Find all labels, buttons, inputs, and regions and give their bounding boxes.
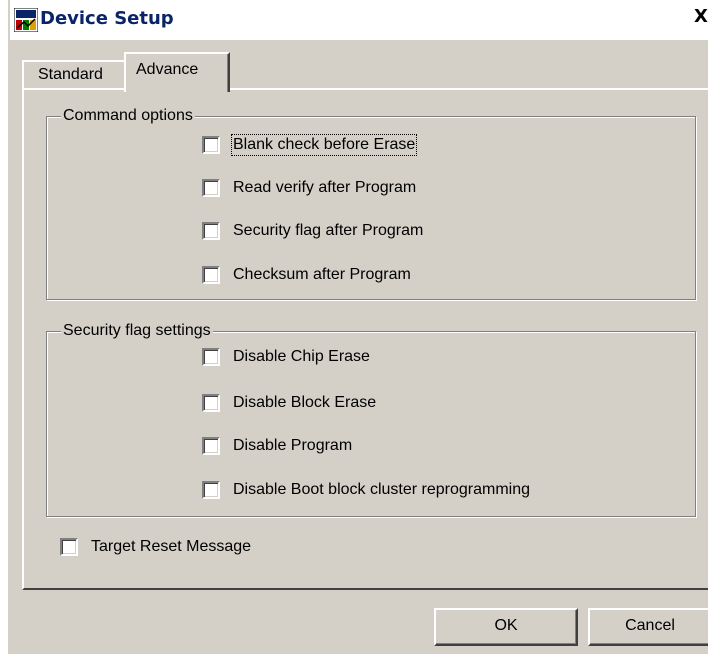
checkbox-label: Checksum after Program (233, 266, 411, 283)
checkbox-box[interactable] (60, 538, 78, 556)
tab-advance-label: Advance (136, 61, 199, 78)
checkbox-label: Disable Chip Erase (233, 348, 370, 365)
tab-standard[interactable]: Standard (22, 60, 128, 88)
device-setup-app-icon (14, 8, 38, 32)
disable-program-checkbox[interactable]: Disable Program (202, 435, 353, 457)
disable-chip-erase-checkbox[interactable]: Disable Chip Erase (202, 346, 371, 368)
checkbox-box[interactable] (202, 394, 220, 412)
checkbox-label: Disable Block Erase (233, 394, 377, 411)
ok-button[interactable]: OK (434, 608, 578, 646)
device-setup-dialog: Device Setup X Standard Advance Command … (8, 0, 708, 654)
tab-advance[interactable]: Advance (124, 52, 230, 92)
checkbox-label: Blank check before Erase (230, 134, 418, 156)
blank-check-before-erase-checkbox[interactable]: Blank check before Erase (202, 134, 418, 156)
window-title: Device Setup (40, 8, 174, 29)
checkbox-box[interactable] (202, 348, 220, 366)
checkbox-label: Target Reset Message (91, 538, 252, 555)
checkbox-label: Disable Program (233, 437, 353, 454)
checkbox-box[interactable] (202, 481, 220, 499)
checkbox-box[interactable] (202, 179, 220, 197)
checkbox-label: Security flag after Program (233, 222, 424, 239)
target-reset-message-checkbox[interactable]: Target Reset Message (60, 536, 252, 558)
disable-boot-block-cluster-reprogramming-checkbox[interactable]: Disable Boot block cluster reprogramming (202, 479, 531, 501)
checksum-after-program-checkbox[interactable]: Checksum after Program (202, 264, 412, 286)
tab-standard-label: Standard (38, 66, 103, 83)
advance-tab-panel (22, 88, 708, 590)
read-verify-after-program-checkbox[interactable]: Read verify after Program (202, 177, 417, 199)
security-flag-after-program-checkbox[interactable]: Security flag after Program (202, 220, 424, 242)
checkbox-box[interactable] (202, 222, 220, 240)
checkbox-box[interactable] (202, 266, 220, 284)
checkbox-box[interactable] (202, 437, 220, 455)
checkbox-box[interactable] (202, 136, 220, 154)
disable-block-erase-checkbox[interactable]: Disable Block Erase (202, 392, 377, 414)
close-icon[interactable]: X (694, 6, 708, 34)
checkbox-label: Read verify after Program (233, 179, 417, 196)
checkbox-label: Disable Boot block cluster reprogramming (233, 481, 531, 498)
title-bar[interactable]: Device Setup X (10, 0, 708, 40)
cancel-button[interactable]: Cancel (588, 608, 708, 646)
